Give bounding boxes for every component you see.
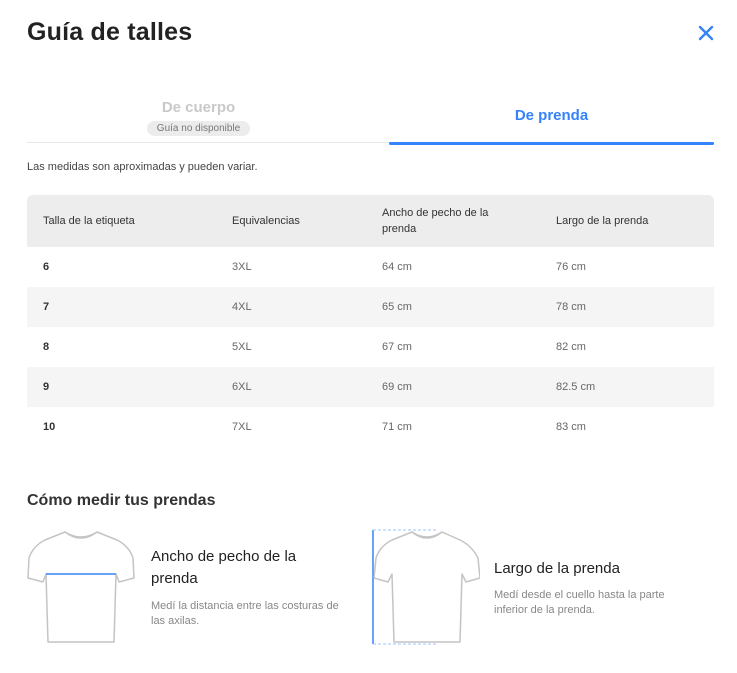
how-to-measure-title: Cómo medir tus prendas [27,492,216,509]
length-measure-heading: Largo de la prenda [494,560,620,577]
size-label-cell: 10 [43,421,56,433]
table-row: 10 7XL 71 cm 83 cm [27,407,714,447]
unavailable-badge: Guía no disponible [146,121,251,136]
column-header: Largo de la prenda [540,195,714,247]
size-label-cell: 7 [27,287,216,327]
tab-de-prenda-label: De prenda [514,107,589,124]
tab-de-cuerpo-label: De cuerpo [161,99,236,116]
size-label-cell: 6 [43,261,50,273]
size-table: Talla de la etiqueta Equivalencias Ancho… [27,195,714,447]
length-cell: 78 cm [540,287,714,327]
chest-measure-card: Ancho de pecho de la prenda Medí la dist… [25,528,355,648]
size-label-cell: 9 [27,367,216,407]
chest-measure-description: Medí la distancia entre las costuras de … [151,600,339,627]
equivalence-cell: 4XL [216,287,366,327]
shirt-chest-icon [27,531,135,643]
equivalence-cell: 5XL [232,341,252,353]
table-row: 8 5XL 67 cm 82 cm [27,327,714,367]
length-cell: 82.5 cm [540,367,714,407]
column-header: Talla de la etiqueta [27,195,216,247]
column-header: Equivalencias [216,195,366,247]
tab-de-prenda[interactable]: De prenda [389,95,714,145]
equivalence-cell: 6XL [216,367,366,407]
table-row: 6 3XL 64 cm 76 cm [27,247,714,287]
table-row: 7 4XL 65 cm 78 cm [27,287,714,327]
chest-width-cell: 64 cm [382,261,412,273]
active-tab-indicator [389,142,714,145]
shirt-length-icon [372,529,480,645]
chest-width-cell: 65 cm [366,287,540,327]
table-row: 9 6XL 69 cm 82.5 cm [27,367,714,407]
length-cell: 83 cm [556,421,586,433]
length-measure-description: Medí desde el cuello hasta la parte infe… [494,589,665,616]
length-cell: 76 cm [556,261,586,273]
modal-header: Guía de talles [27,18,717,52]
tab-de-cuerpo: De cuerpo Guía no disponible [27,95,370,143]
equivalence-cell: 3XL [232,261,252,273]
tab-bar: De cuerpo Guía no disponible De prenda [27,95,714,145]
chest-measure-heading: Ancho de pecho de la prenda [151,548,297,587]
chest-width-cell: 67 cm [382,341,412,353]
page-title: Guía de talles [27,18,193,46]
column-header: Ancho de pecho de la prenda [366,195,540,247]
length-measure-card: Largo de la prenda Medí desde el cuello … [370,528,714,648]
chest-width-cell: 69 cm [366,367,540,407]
equivalence-cell: 7XL [232,421,252,433]
close-icon[interactable] [695,22,717,44]
chest-width-cell: 71 cm [382,421,412,433]
table-header-row: Talla de la etiqueta Equivalencias Ancho… [27,195,714,247]
length-cell: 82 cm [556,341,586,353]
measurement-note: Las medidas son aproximadas y pueden var… [27,161,258,173]
size-label-cell: 8 [43,341,50,353]
